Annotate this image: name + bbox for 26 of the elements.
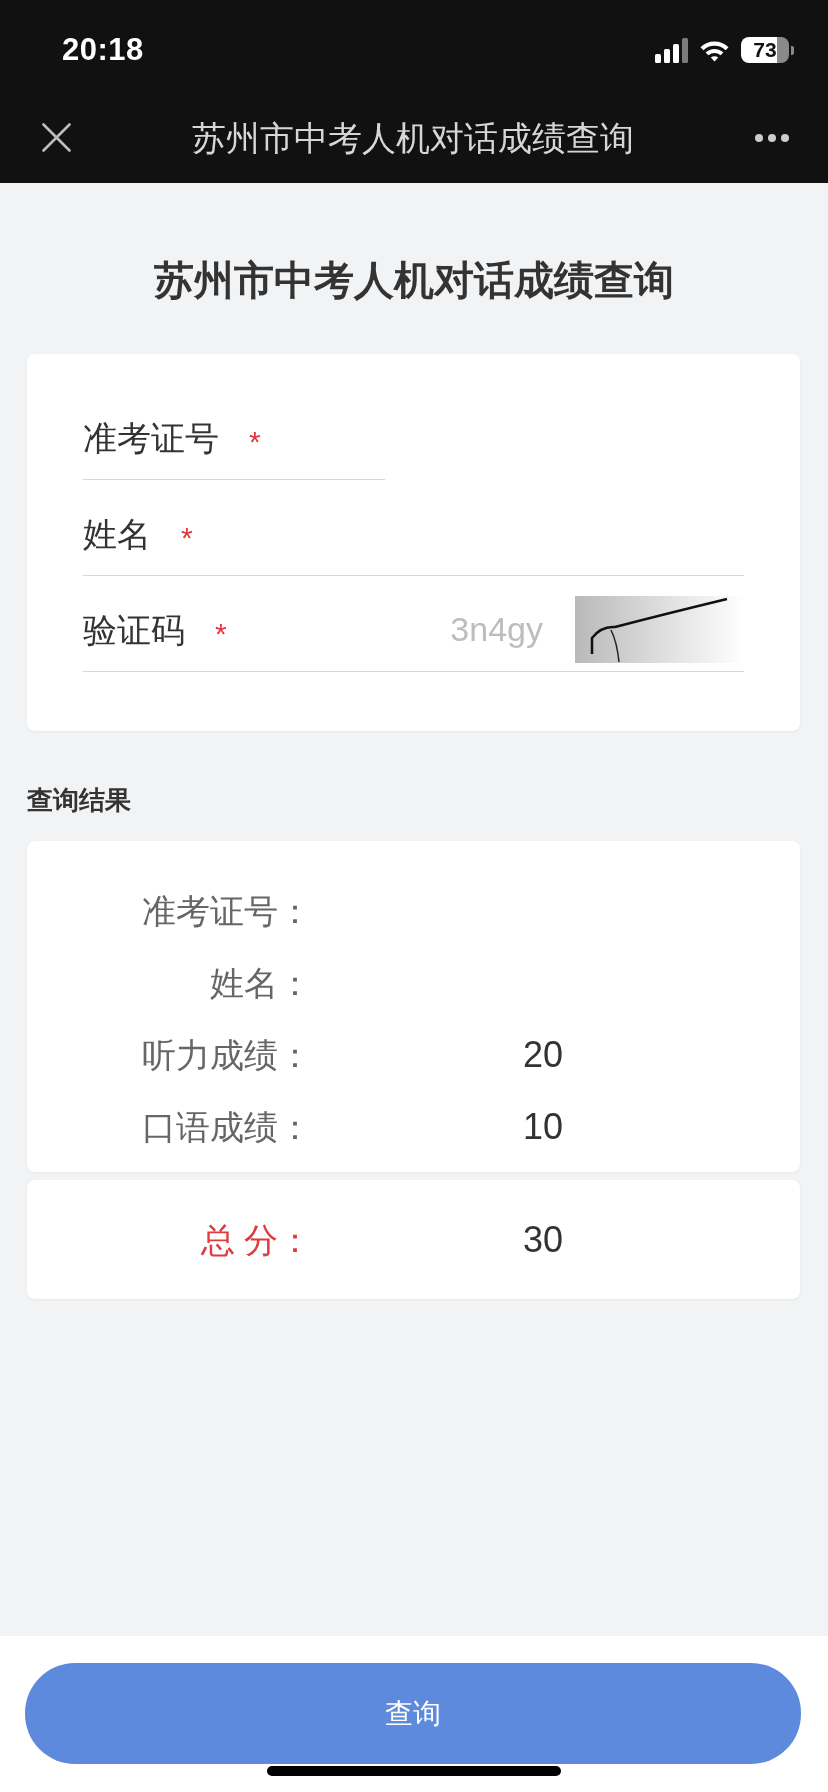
field-label: 准考证号	[83, 417, 219, 458]
section-heading: 查询结果	[27, 784, 132, 817]
page-title: 苏州市中考人机对话成绩查询	[152, 257, 675, 304]
result-value: 10	[522, 1107, 563, 1147]
close-icon[interactable]	[42, 123, 71, 152]
wifi-icon	[699, 38, 730, 62]
result-value: 20	[522, 1035, 563, 1075]
required-asterisk: *	[249, 424, 261, 457]
input-field[interactable]: 姓名 *	[83, 480, 744, 576]
result-label: 听力成绩：	[142, 1035, 312, 1075]
field-label: 验证码	[83, 609, 185, 650]
field-label: 姓名	[83, 513, 151, 554]
captcha-input-field[interactable]: 3n4gy	[226, 605, 575, 654]
result-label: 准考证号：	[142, 891, 312, 931]
status-time: 20:18	[62, 32, 144, 68]
signal-icon	[655, 37, 688, 63]
total-label: 总 分：	[200, 1220, 312, 1260]
result-label: 姓名：	[210, 963, 312, 1003]
result-label: 口语成绩：	[142, 1107, 312, 1147]
total-value: 30	[522, 1220, 563, 1260]
battery-indicator: 73	[741, 37, 794, 63]
required-asterisk: *	[215, 616, 227, 649]
input-field[interactable]: 准考证号 *	[83, 384, 385, 480]
nav-title: 苏州市中考人机对话成绩查询	[191, 117, 635, 158]
more-icon[interactable]	[755, 133, 789, 142]
required-asterisk: *	[181, 520, 193, 553]
